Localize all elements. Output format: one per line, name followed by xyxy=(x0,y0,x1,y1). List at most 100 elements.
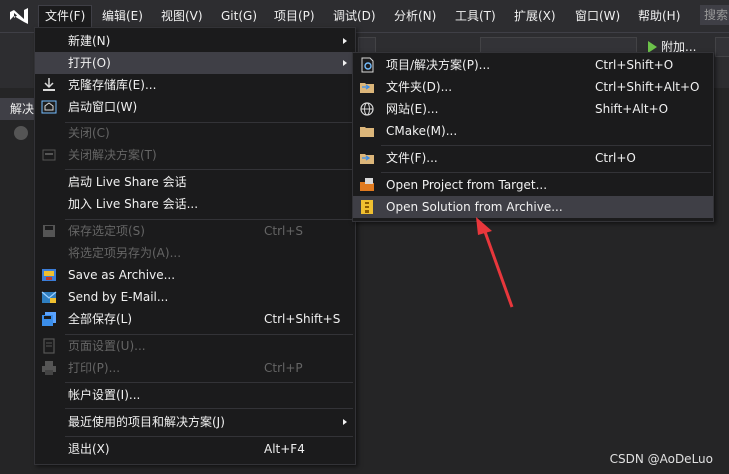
extra-combo[interactable] xyxy=(715,37,729,57)
menu-item-page-setup[interactable]: 页面设置(U)... xyxy=(35,335,355,357)
menu-debug[interactable]: 调试(D) xyxy=(327,5,382,27)
submenu-separator xyxy=(381,145,711,146)
menu-item-save-selected[interactable]: 保存选定项(S) Ctrl+S xyxy=(35,220,355,242)
menu-item-join-live-share[interactable]: 加入 Live Share 会话... xyxy=(35,193,355,215)
submenu-item-shortcut: Ctrl+Shift+O xyxy=(595,58,674,72)
submenu-item-label: 文件(F)... xyxy=(386,151,438,165)
watermark: CSDN @AoDeLuo xyxy=(609,452,713,466)
menu-item-save-as-archive[interactable]: Save as Archive... xyxy=(35,264,355,286)
archive-icon xyxy=(42,269,56,281)
home-window-icon xyxy=(41,100,57,114)
download-icon xyxy=(43,78,55,91)
menu-separator xyxy=(65,169,353,170)
menu-item-label: 关闭解决方案(T) xyxy=(68,148,157,162)
submenu-item-open-from-target[interactable]: Open Project from Target... xyxy=(353,174,713,196)
menu-item-label: Send by E-Mail... xyxy=(68,290,169,304)
submenu-arrow-icon xyxy=(343,38,347,44)
submenu-item-label: CMake(M)... xyxy=(386,124,458,138)
menu-item-label: 打开(O) xyxy=(68,56,111,70)
menu-item-label: 最近使用的项目和解决方案(J) xyxy=(68,415,225,429)
menu-edit[interactable]: 编辑(E) xyxy=(96,5,149,27)
menu-item-label: 打印(P)... xyxy=(68,361,121,375)
project-solution-icon xyxy=(361,57,374,73)
menu-item-start-live-share[interactable]: 启动 Live Share 会话 xyxy=(35,171,355,193)
submenu-item-label: 网站(E)... xyxy=(386,102,439,116)
menu-item-label: 帐户设置(I)... xyxy=(68,388,141,402)
menu-item-save-all[interactable]: 全部保存(L) Ctrl+Shift+S xyxy=(35,308,355,330)
menu-separator xyxy=(65,382,353,383)
menu-separator xyxy=(65,436,353,437)
submenu-item-project-solution[interactable]: 项目/解决方案(P)... Ctrl+Shift+O xyxy=(353,54,713,76)
menu-item-shortcut: Ctrl+P xyxy=(264,361,303,375)
menu-item-label: 启动窗口(W) xyxy=(68,100,138,114)
menu-item-label: 将选定项另存为(A)... xyxy=(68,246,182,260)
menu-view[interactable]: 视图(V) xyxy=(155,5,209,27)
menu-item-clone-repo[interactable]: 克隆存储库(E)... xyxy=(35,74,355,96)
submenu-item-shortcut: Ctrl+Shift+Alt+O xyxy=(595,80,700,94)
menu-item-recent[interactable]: 最近使用的项目和解决方案(J) xyxy=(35,411,355,433)
menu-item-label: 退出(X) xyxy=(68,442,110,456)
menu-item-close[interactable]: 关闭(C) xyxy=(35,122,355,144)
file-menu: 新建(N) 打开(O) 克隆存储库(E)... 启动窗口(W) 关闭(C) 关闭… xyxy=(34,27,356,465)
menu-item-print[interactable]: 打印(P)... Ctrl+P xyxy=(35,357,355,379)
menu-item-account-settings[interactable]: 帐户设置(I)... xyxy=(35,384,355,406)
folder-icon xyxy=(360,83,374,93)
menu-item-label: Save as Archive... xyxy=(68,268,176,282)
submenu-arrow-icon xyxy=(343,60,347,66)
menu-project[interactable]: 项目(P) xyxy=(268,5,321,27)
search-input[interactable]: 搜索 xyxy=(700,5,729,25)
red-annotation-arrow-icon xyxy=(476,217,514,308)
submenu-item-label: 文件夹(D)... xyxy=(386,80,453,94)
save-all-icon xyxy=(42,312,56,326)
menu-item-label: 克隆存储库(E)... xyxy=(68,78,157,92)
submenu-item-label: 项目/解决方案(P)... xyxy=(386,58,491,72)
close-solution-icon xyxy=(42,149,56,161)
submenu-arrow-icon xyxy=(343,419,347,425)
submenu-item-shortcut: Ctrl+O xyxy=(595,151,636,165)
menu-item-label: 启动 Live Share 会话 xyxy=(68,175,187,189)
menu-item-send-email[interactable]: Send by E-Mail... xyxy=(35,286,355,308)
submenu-item-open-from-archive[interactable]: Open Solution from Archive... xyxy=(353,196,713,218)
menu-item-shortcut: Ctrl+Shift+S xyxy=(264,312,341,326)
solution-explorer-panel xyxy=(0,95,36,474)
menu-item-start-window[interactable]: 启动窗口(W) xyxy=(35,96,355,118)
save-icon xyxy=(43,225,55,237)
menu-extensions[interactable]: 扩展(X) xyxy=(508,5,562,27)
submenu-item-shortcut: Shift+Alt+O xyxy=(595,102,669,116)
submenu-item-folder[interactable]: 文件夹(D)... Ctrl+Shift+Alt+O xyxy=(353,76,713,98)
print-icon xyxy=(42,361,56,375)
menu-help[interactable]: 帮助(H) xyxy=(632,5,686,27)
menu-item-exit[interactable]: 退出(X) Alt+F4 xyxy=(35,438,355,460)
submenu-item-cmake[interactable]: CMake(M)... xyxy=(353,120,713,142)
open-target-icon xyxy=(360,178,374,191)
menu-item-shortcut: Ctrl+S xyxy=(264,224,304,238)
open-file-icon xyxy=(360,154,374,164)
menu-file[interactable]: 文件(F) xyxy=(38,5,93,28)
menu-analyze[interactable]: 分析(N) xyxy=(388,5,442,27)
submenu-item-file[interactable]: 文件(F)... Ctrl+O xyxy=(353,147,713,169)
back-icon[interactable] xyxy=(14,126,28,140)
cmake-folder-icon xyxy=(360,127,374,137)
menu-separator xyxy=(65,408,353,409)
menu-item-close-solution[interactable]: 关闭解决方案(T) xyxy=(35,144,355,166)
website-icon xyxy=(360,102,374,116)
menu-item-save-as[interactable]: 将选定项另存为(A)... xyxy=(35,242,355,264)
menu-item-label: 加入 Live Share 会话... xyxy=(68,197,199,211)
menu-item-label: 全部保存(L) xyxy=(68,312,133,326)
menu-item-label: 关闭(C) xyxy=(68,126,110,140)
menu-item-new[interactable]: 新建(N) xyxy=(35,30,355,52)
email-archive-icon xyxy=(41,291,57,303)
menu-git[interactable]: Git(G) xyxy=(215,5,263,27)
menu-item-open[interactable]: 打开(O) xyxy=(35,52,355,74)
menu-item-shortcut: Alt+F4 xyxy=(264,442,305,456)
menu-item-label: 新建(N) xyxy=(68,34,111,48)
menu-window[interactable]: 窗口(W) xyxy=(569,5,626,27)
submenu-item-website[interactable]: 网站(E)... Shift+Alt+O xyxy=(353,98,713,120)
menu-item-label: 页面设置(U)... xyxy=(68,339,146,353)
open-archive-icon xyxy=(361,200,373,214)
submenu-item-label: Open Project from Target... xyxy=(386,178,548,192)
open-submenu: 项目/解决方案(P)... Ctrl+Shift+O 文件夹(D)... Ctr… xyxy=(352,52,714,222)
visual-studio-logo-icon xyxy=(10,8,28,24)
menu-tools[interactable]: 工具(T) xyxy=(449,5,502,27)
submenu-separator xyxy=(381,172,711,173)
